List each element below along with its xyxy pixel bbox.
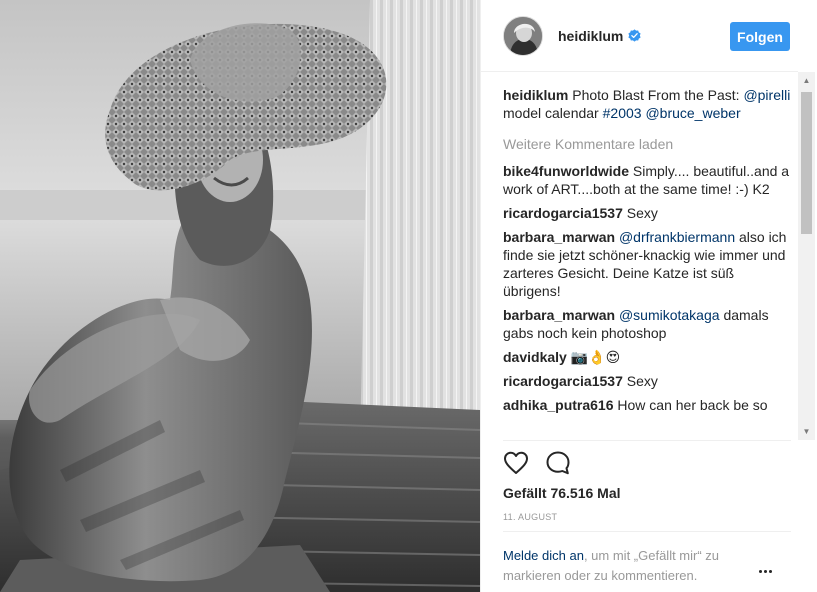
post-header: heidiklum Folgen [481, 0, 798, 72]
comment-username[interactable]: adhika_putra616 [503, 397, 614, 413]
comment-username[interactable]: barbara_marwan [503, 307, 615, 323]
caption-hashtag[interactable]: #2003 [603, 105, 642, 121]
comments-scrollbar[interactable]: ▲ ▼ [798, 72, 815, 440]
post-date[interactable]: 11. AUGUST [503, 512, 557, 522]
login-link[interactable]: Melde dich an [503, 548, 584, 563]
comment-item: ricardogarcia1537 Sexy [503, 204, 791, 222]
comment-text: Sexy [626, 373, 658, 389]
follow-button[interactable]: Folgen [730, 22, 790, 51]
scroll-up-arrow-icon[interactable]: ▲ [798, 72, 815, 89]
comment-text: 📷👌😍 [570, 349, 621, 365]
comment-username[interactable]: davidkaly [503, 349, 567, 365]
comment-username[interactable]: barbara_marwan [503, 229, 615, 245]
heart-icon[interactable] [503, 450, 529, 476]
instagram-post: heidiklum Folgen heidiklum Photo Blast F… [0, 0, 817, 592]
scroll-down-arrow-icon[interactable]: ▼ [798, 423, 815, 440]
login-prompt: Melde dich an, um mit „Gefällt mir“ zu m… [503, 546, 753, 586]
verified-badge-icon [628, 29, 641, 42]
comment-item: barbara_marwan @drfrankbiermann also ich… [503, 228, 791, 300]
avatar-image [504, 16, 542, 55]
comment-username[interactable]: ricardogarcia1537 [503, 205, 623, 221]
divider [503, 440, 791, 441]
comment-item: ricardogarcia1537 Sexy [503, 372, 791, 390]
post-photo[interactable] [0, 0, 480, 592]
comment-item: barbara_marwan @sumikotakaga damals gabs… [503, 306, 791, 342]
caption-text: Photo Blast From the Past: [572, 87, 740, 103]
comment-icon[interactable] [545, 450, 571, 476]
comment-item: davidkaly 📷👌😍 [503, 348, 791, 366]
comments-list: heidiklum Photo Blast From the Past: @pi… [503, 86, 791, 440]
caption-mention-bruce-weber[interactable]: @bruce_weber [645, 105, 740, 121]
comment-mention[interactable]: @drfrankbiermann [619, 229, 735, 245]
load-more-comments-link[interactable]: Weitere Kommentare laden [503, 135, 791, 153]
comment-username[interactable]: bike4funworldwide [503, 163, 629, 179]
divider [503, 531, 791, 532]
like-count[interactable]: Gefällt 76.516 Mal [503, 485, 621, 501]
action-bar [503, 450, 571, 476]
post-caption: heidiklum Photo Blast From the Past: @pi… [503, 86, 791, 122]
comment-item: adhika_putra616 How can her back be so [503, 396, 791, 414]
photo-illustration [0, 0, 480, 592]
header-username[interactable]: heidiklum [558, 28, 623, 44]
post-side-panel: heidiklum Folgen heidiklum Photo Blast F… [480, 0, 817, 592]
more-options-icon[interactable] [753, 563, 777, 579]
comment-text: How can her back be so [617, 397, 768, 413]
caption-username[interactable]: heidiklum [503, 87, 568, 103]
caption-mention-pirelli[interactable]: @pirelli [743, 87, 790, 103]
avatar[interactable] [503, 15, 543, 56]
comment-item: bike4funworldwide Simply.... beautiful..… [503, 162, 791, 198]
comment-mention[interactable]: @sumikotakaga [619, 307, 720, 323]
comment-username[interactable]: ricardogarcia1537 [503, 373, 623, 389]
scrollbar-thumb[interactable] [801, 92, 812, 234]
caption-text-2: model calendar [503, 105, 599, 121]
comment-text: Sexy [626, 205, 658, 221]
